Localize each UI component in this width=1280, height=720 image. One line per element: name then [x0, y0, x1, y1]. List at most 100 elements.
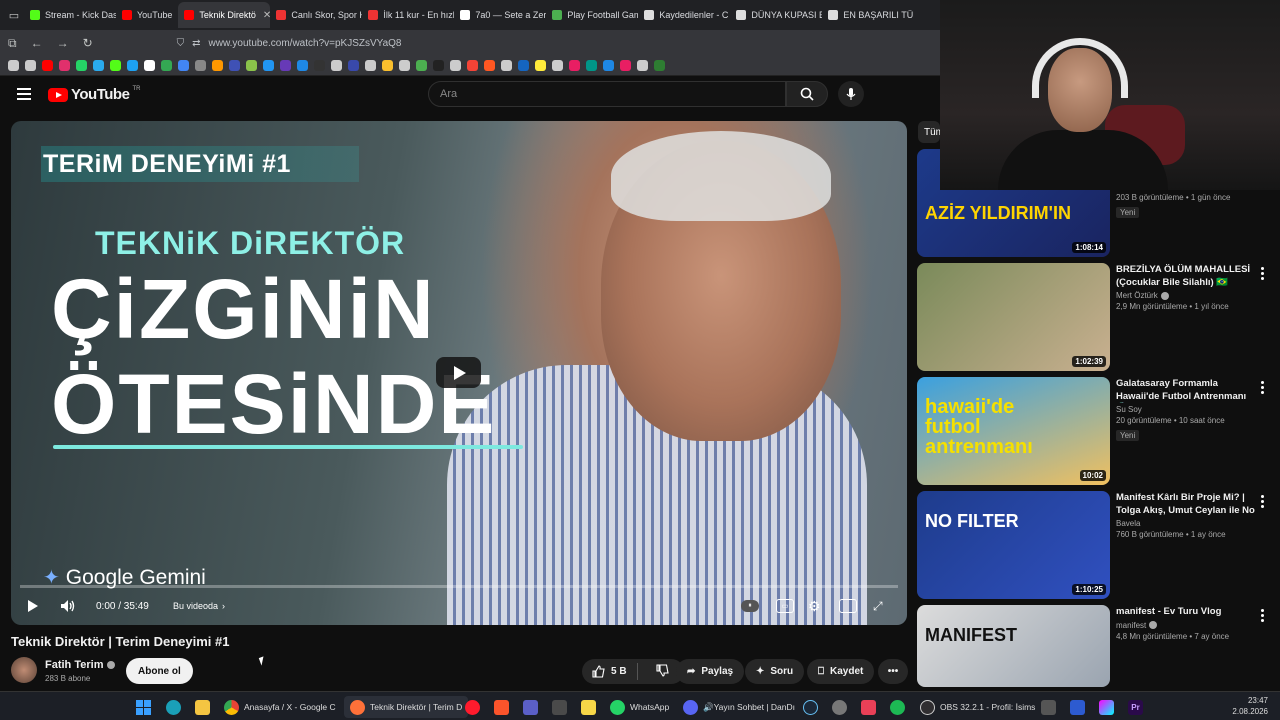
recommended-video-thumbnail[interactable]: 1:02:39 [917, 263, 1110, 371]
firefox-app[interactable]: Teknik Direktör | Terim D [344, 696, 469, 718]
browser-tab[interactable]: Kaydedilenler - C [638, 2, 730, 28]
recommended-channel-name[interactable]: Su Soy [1116, 405, 1142, 414]
bookmark-favicon-icon[interactable] [484, 60, 495, 71]
url-text[interactable]: www.youtube.com/watch?v=pKJSZsVYaQ8 [209, 38, 402, 49]
shield-icon[interactable]: ⛉ [177, 38, 185, 49]
recommended-video-info[interactable]: Galatasaray Formamla Hawaii'de Futbol An… [1116, 378, 1256, 443]
recommended-video-title[interactable]: manifest - Ev Turu Vlog [1116, 606, 1256, 619]
tray-app-3[interactable] [1099, 696, 1114, 718]
bookmark-favicon-icon[interactable] [620, 60, 631, 71]
bookmark-favicon-icon[interactable] [8, 60, 19, 71]
share-button[interactable]: ➦ Paylaş [676, 659, 745, 684]
browser-tab[interactable]: Stream - Kick Das [24, 2, 116, 28]
bookmark-favicon-icon[interactable] [637, 60, 648, 71]
browser-tab[interactable]: İlk 11 kur - En hızl [362, 2, 454, 28]
browser-tab[interactable]: YouTube [116, 2, 178, 28]
bookmark-favicon-icon[interactable] [450, 60, 461, 71]
bookmark-favicon-icon[interactable] [586, 60, 597, 71]
url-field[interactable]: ⛉ ⇄ www.youtube.com/watch?v=pKJSZsVYaQ8 [177, 38, 402, 49]
browser-tab[interactable]: EN BAŞARILI TÜR [822, 2, 914, 28]
bookmark-favicon-icon[interactable] [552, 60, 563, 71]
bookmark-favicon-icon[interactable] [93, 60, 104, 71]
browser-tab[interactable]: 7a0 — Sete a Zero [454, 2, 546, 28]
browser-tab[interactable]: Canlı Skor, Spor H [270, 2, 362, 28]
bookmark-favicon-icon[interactable] [603, 60, 614, 71]
whatsapp-app[interactable]: WhatsApp [610, 696, 669, 718]
progress-bar[interactable] [20, 585, 898, 588]
theater-mode-icon[interactable] [839, 596, 857, 616]
ask-button[interactable]: ✦ Soru [745, 659, 805, 684]
calculator-app[interactable] [552, 696, 567, 718]
browser-tab[interactable]: Play Football Gam [546, 2, 638, 28]
volume-icon[interactable] [59, 596, 77, 616]
recommended-video-title[interactable]: Manifest Kârlı Bir Proje Mi? | Tolga Akı… [1116, 492, 1256, 517]
obs-app[interactable]: OBS 32.2.1 - Profil: İsims [920, 696, 1035, 718]
steam-app[interactable] [803, 696, 818, 718]
close-tab-icon[interactable]: ✕ [263, 10, 270, 21]
discord-app[interactable]: 🔊Yayın Sohbet | DanDı [683, 696, 795, 718]
youtube-logo[interactable]: YouTube TR [48, 86, 140, 103]
bookmark-favicon-icon[interactable] [467, 60, 478, 71]
bookmark-favicon-icon[interactable] [348, 60, 359, 71]
menu-icon[interactable] [17, 88, 31, 103]
recommended-video-info[interactable]: 203 B görüntüleme • 1 gün önce Yeni [1116, 191, 1256, 220]
premiere-app[interactable]: Pr [1128, 696, 1143, 718]
bookmark-favicon-icon[interactable] [110, 60, 121, 71]
recommended-video-title[interactable]: BREZİLYA ÖLÜM MAHALLESİ (Çocuklar Bile S… [1116, 264, 1256, 289]
sticky-notes-app[interactable] [581, 696, 596, 718]
reload-icon[interactable]: ↻ [83, 36, 93, 50]
forward-icon[interactable]: → [57, 36, 69, 50]
opera-app[interactable] [465, 696, 480, 718]
brave-app[interactable] [494, 696, 509, 718]
autoplay-toggle-icon[interactable]: ⏸ [741, 596, 759, 616]
bookmark-favicon-icon[interactable] [263, 60, 274, 71]
bookmark-favicon-icon[interactable] [144, 60, 155, 71]
settings-icon[interactable]: ⚙ [808, 596, 821, 616]
bookmark-favicon-icon[interactable] [382, 60, 393, 71]
bookmark-favicon-icon[interactable] [127, 60, 138, 71]
channel-name[interactable]: Fatih Terim [45, 659, 116, 671]
more-vertical-icon[interactable] [1259, 267, 1265, 280]
filter-chip-all[interactable]: Tümü [918, 121, 940, 143]
bookmark-favicon-icon[interactable] [280, 60, 291, 71]
bookmark-favicon-icon[interactable] [314, 60, 325, 71]
play-icon[interactable] [25, 596, 41, 616]
save-button[interactable]: ⎕ Kaydet [807, 659, 875, 684]
browser-tab[interactable]: Teknik Direktö ✕ [178, 2, 271, 28]
bookmark-favicon-icon[interactable] [331, 60, 342, 71]
dislike-button[interactable] [644, 663, 669, 680]
browser-tab[interactable]: DÜNYA KUPASI E [730, 2, 822, 28]
chrome-app[interactable]: Anasayfa / X - Google C [224, 696, 336, 718]
file-explorer-app[interactable] [195, 696, 210, 718]
recommended-video-thumbnail[interactable]: MANIFEST [917, 605, 1110, 687]
fullscreen-icon[interactable]: ⤢ [873, 596, 883, 616]
subtitles-icon[interactable]: ▭ [776, 596, 794, 616]
tray-app-2[interactable] [1070, 696, 1085, 718]
site-settings-icon[interactable]: ⇄ [192, 38, 200, 49]
tab-search-icon[interactable]: ▭ [4, 5, 24, 25]
recommended-video-thumbnail[interactable]: hawaii'de futbol antrenmanı 10:02 [917, 377, 1110, 485]
recommended-video-info[interactable]: BREZİLYA ÖLÜM MAHALLESİ (Çocuklar Bile S… [1116, 264, 1256, 311]
channel-avatar[interactable] [11, 657, 37, 683]
bookmark-favicon-icon[interactable] [161, 60, 172, 71]
bookmark-favicon-icon[interactable] [195, 60, 206, 71]
bookmark-favicon-icon[interactable] [365, 60, 376, 71]
bookmark-favicon-icon[interactable] [42, 60, 53, 71]
bookmark-favicon-icon[interactable] [433, 60, 444, 71]
recommended-video-info[interactable]: manifest - Ev Turu Vlog manifest 4,8 Mn gö… [1116, 606, 1256, 641]
bookmark-favicon-icon[interactable] [212, 60, 223, 71]
recommended-video-title[interactable]: Galatasaray Formamla Hawaii'de Futbol An… [1116, 378, 1256, 403]
search-input[interactable]: Ara [428, 81, 786, 107]
recommended-video-info[interactable]: Manifest Kârlı Bir Proje Mi? | Tolga Akı… [1116, 492, 1256, 539]
bookmark-favicon-icon[interactable] [178, 60, 189, 71]
store-app[interactable] [523, 696, 538, 718]
settings-app[interactable] [832, 696, 847, 718]
recommended-video-thumbnail[interactable]: NO FILTER 1:10:25 [917, 491, 1110, 599]
bookmark-favicon-icon[interactable] [416, 60, 427, 71]
recommended-channel-name[interactable]: Mert Öztürk [1116, 291, 1158, 300]
bookmark-favicon-icon[interactable] [569, 60, 580, 71]
start-button[interactable] [136, 696, 151, 718]
center-play-button[interactable] [436, 357, 481, 388]
bookmark-favicon-icon[interactable] [297, 60, 308, 71]
voice-search-button[interactable] [838, 81, 864, 107]
